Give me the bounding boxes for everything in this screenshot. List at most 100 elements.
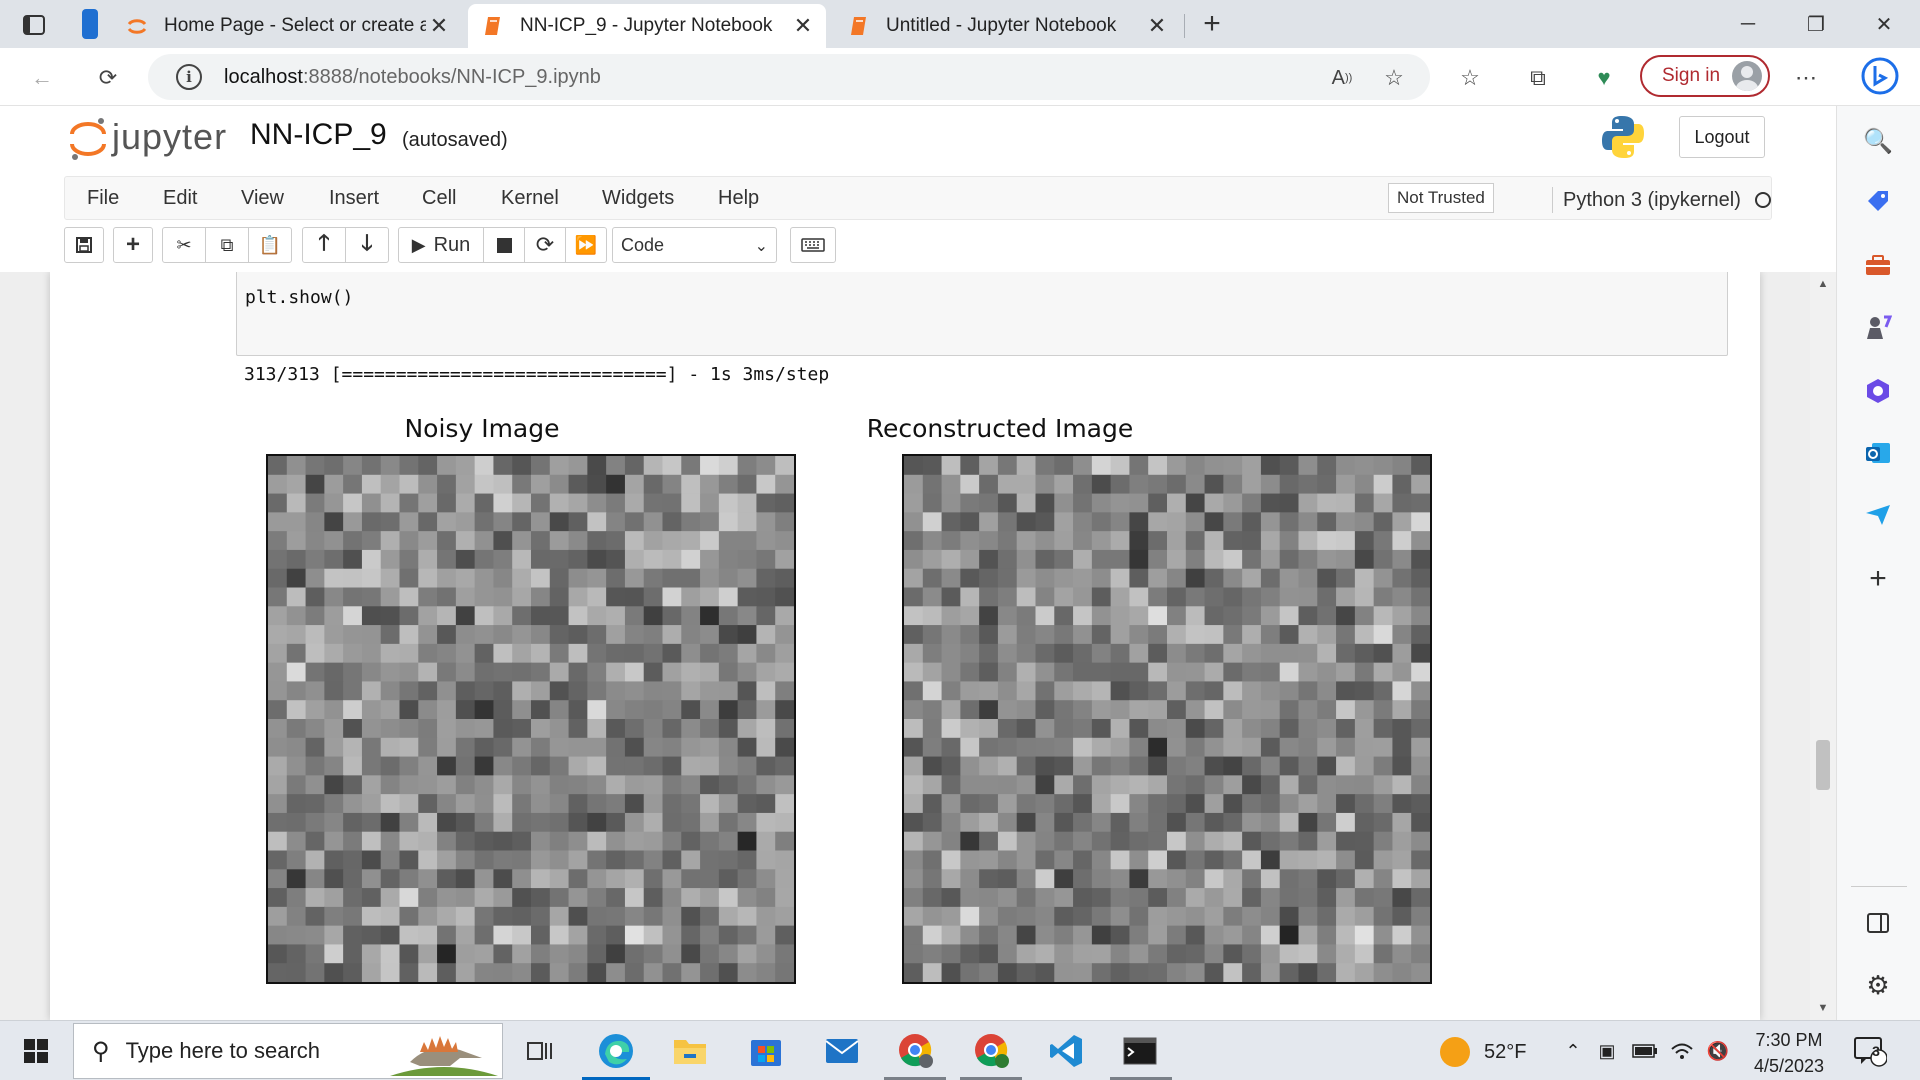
menu-insert[interactable]: Insert xyxy=(329,187,379,210)
scroll-up-icon[interactable]: ▲ xyxy=(1810,274,1836,294)
microsoft-store-icon[interactable] xyxy=(744,1029,788,1073)
taskbar-clock[interactable]: 7:30 PM 4/5/2023 xyxy=(1744,1027,1834,1079)
restore-icon[interactable]: ❐ xyxy=(1782,0,1850,48)
code-text[interactable]: plt.show() xyxy=(245,287,353,308)
menu-help[interactable]: Help xyxy=(718,187,759,210)
mail-icon[interactable] xyxy=(820,1029,864,1073)
paste-icon[interactable]: 📋 xyxy=(248,227,292,263)
cut-icon[interactable]: ✂ xyxy=(162,227,206,263)
tools-icon[interactable] xyxy=(1861,248,1895,282)
minimize-icon[interactable]: ─ xyxy=(1714,0,1782,48)
site-info-icon[interactable]: i xyxy=(176,64,202,90)
menu-widgets[interactable]: Widgets xyxy=(602,187,674,210)
settings-gear-icon[interactable]: ⚙ xyxy=(1861,968,1895,1002)
bing-chat-icon[interactable] xyxy=(1858,54,1902,98)
interrupt-icon[interactable] xyxy=(483,227,525,263)
vscode-icon[interactable] xyxy=(1044,1029,1088,1073)
close-tab-icon[interactable]: ✕ xyxy=(426,13,452,39)
keyboard-shortcuts-icon[interactable] xyxy=(790,227,836,263)
restart-icon[interactable]: ⟳ xyxy=(524,227,566,263)
tab-nn-icp-9[interactable]: NN-ICP_9 - Jupyter Notebook ✕ xyxy=(468,4,826,48)
read-aloud-icon[interactable]: A)) xyxy=(1324,60,1360,96)
scrollbar-thumb[interactable] xyxy=(1816,740,1830,790)
send-icon[interactable] xyxy=(1861,498,1895,532)
new-tab-icon[interactable]: + xyxy=(1196,7,1228,40)
pixel-cell xyxy=(1110,681,1131,701)
cell-type-select[interactable]: Code ⌄ xyxy=(612,227,777,263)
insert-cell-icon[interactable]: + xyxy=(113,227,153,263)
vertical-tabs-icon[interactable] xyxy=(78,6,102,42)
vertical-scrollbar[interactable]: ▲ ▼ xyxy=(1810,272,1836,1020)
restart-run-all-icon[interactable]: ⏩ xyxy=(565,227,607,263)
edge-browser-icon[interactable] xyxy=(594,1029,638,1073)
search-icon[interactable]: 🔍 xyxy=(1861,124,1895,158)
meet-now-icon[interactable]: ▣ xyxy=(1594,1029,1620,1073)
add-favorite-icon[interactable]: ☆ xyxy=(1376,60,1412,96)
pixel-cell xyxy=(1411,512,1431,532)
pixel-cell xyxy=(343,662,363,683)
pixel-cell xyxy=(681,756,701,776)
pixel-cell xyxy=(1336,719,1356,739)
menu-edit[interactable]: Edit xyxy=(163,187,197,210)
chrome-profile-a-icon[interactable] xyxy=(894,1029,938,1073)
save-icon[interactable] xyxy=(64,227,104,263)
pixel-cell xyxy=(1260,681,1281,701)
pixel-cell xyxy=(662,869,682,889)
weather-widget[interactable]: 52°F xyxy=(1440,1037,1526,1067)
close-tab-icon[interactable]: ✕ xyxy=(1144,13,1170,39)
jupyter-wordmark[interactable]: jupyter xyxy=(112,116,227,158)
add-icon[interactable]: + xyxy=(1861,562,1895,596)
refresh-icon[interactable]: ⟳ xyxy=(90,60,126,96)
outlook-icon[interactable] xyxy=(1861,436,1895,470)
terminal-icon[interactable] xyxy=(1118,1029,1162,1073)
pixel-cell xyxy=(1054,474,1074,495)
file-explorer-icon[interactable] xyxy=(668,1029,712,1073)
sign-in-button[interactable]: Sign in xyxy=(1640,55,1770,97)
more-options-icon[interactable]: ⋯ xyxy=(1788,60,1824,96)
close-tab-icon[interactable]: ✕ xyxy=(790,13,816,39)
menu-cell[interactable]: Cell xyxy=(422,187,456,210)
scroll-down-icon[interactable]: ▼ xyxy=(1810,998,1836,1018)
logout-button[interactable]: Logout xyxy=(1679,116,1765,158)
jupyter-logo-icon[interactable] xyxy=(68,116,108,162)
code-cell-input[interactable]: plt.show() xyxy=(236,272,1728,356)
wifi-icon[interactable] xyxy=(1668,1029,1696,1073)
task-view-icon[interactable] xyxy=(518,1029,562,1073)
move-up-icon[interactable]: 🡑 xyxy=(302,227,346,263)
microsoft-365-icon[interactable] xyxy=(1861,374,1895,408)
run-button[interactable]: ▶ Run xyxy=(398,227,484,263)
show-hidden-icons-chevron-icon[interactable]: ⌃ xyxy=(1560,1029,1586,1073)
tab-untitled[interactable]: Untitled - Jupyter Notebook ✕ xyxy=(834,4,1180,48)
menu-file[interactable]: File xyxy=(87,187,119,210)
chrome-profile-b-icon[interactable] xyxy=(970,1029,1014,1073)
tab-actions-icon[interactable] xyxy=(20,12,48,38)
back-arrow-icon[interactable]: ← xyxy=(24,60,60,96)
sidebar-panel-icon[interactable] xyxy=(1861,906,1895,940)
window-close-icon[interactable]: ✕ xyxy=(1850,0,1918,48)
pixel-cell xyxy=(1223,925,1243,946)
favorites-icon[interactable]: ☆ xyxy=(1452,60,1488,96)
taskbar-search[interactable]: ⚲ Type here to search xyxy=(73,1023,503,1079)
games-icon[interactable] xyxy=(1861,310,1895,344)
browser-essentials-icon[interactable]: ♥ xyxy=(1586,60,1622,96)
pixel-cell xyxy=(343,474,363,495)
shopping-tag-icon[interactable] xyxy=(1861,184,1895,218)
menu-kernel[interactable]: Kernel xyxy=(501,187,559,210)
address-bar[interactable]: i localhost:8888/notebooks/NN-ICP_9.ipyn… xyxy=(148,54,1430,100)
windows-start-icon[interactable] xyxy=(14,1029,58,1073)
pixel-cell xyxy=(493,794,513,814)
pixel-cell xyxy=(1204,700,1224,720)
pixel-cell xyxy=(662,493,682,513)
notifications-icon[interactable]: 3 xyxy=(1848,1029,1892,1073)
url-text[interactable]: localhost:8888/notebooks/NN-ICP_9.ipynb xyxy=(224,66,601,89)
battery-icon[interactable] xyxy=(1630,1029,1660,1073)
notebook-name[interactable]: NN-ICP_9 xyxy=(250,118,387,152)
tab-home-page[interactable]: Home Page - Select or create a notebook … xyxy=(112,4,462,48)
volume-muted-icon[interactable]: 🔇 xyxy=(1704,1029,1732,1073)
move-down-icon[interactable]: 🡓 xyxy=(345,227,389,263)
copy-icon[interactable]: ⧉ xyxy=(205,227,249,263)
pixel-cell xyxy=(1260,531,1281,551)
trust-status-button[interactable]: Not Trusted xyxy=(1388,183,1494,213)
collections-icon[interactable]: ⧉ xyxy=(1520,60,1556,96)
menu-view[interactable]: View xyxy=(241,187,284,210)
